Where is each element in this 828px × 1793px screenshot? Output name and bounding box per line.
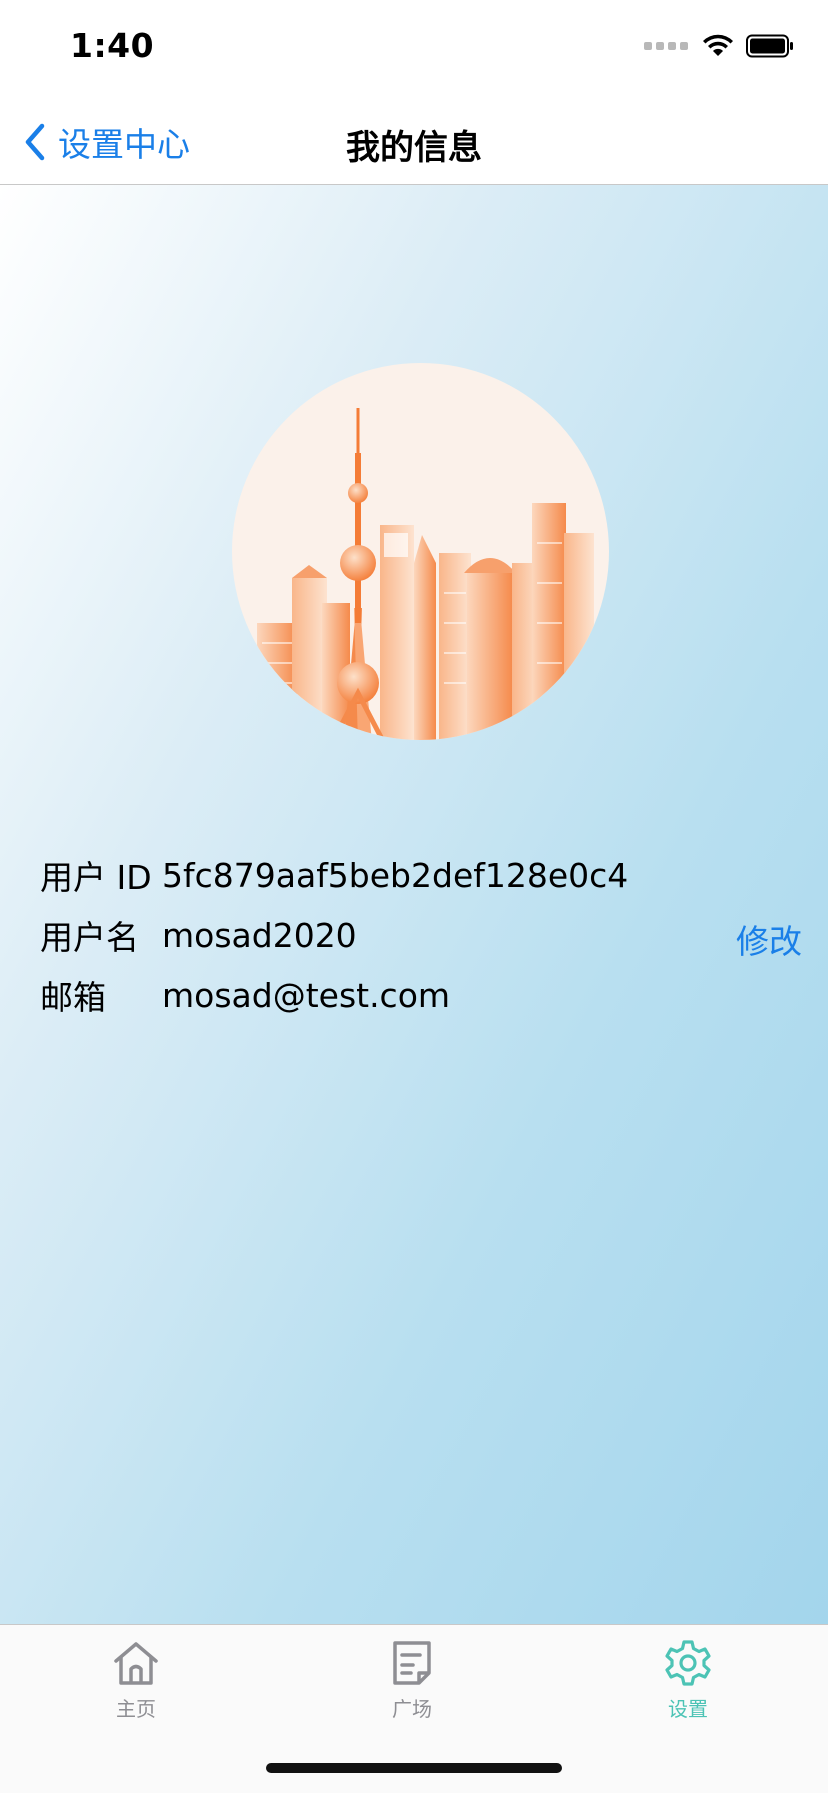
tab-home[interactable]: 主页 bbox=[76, 1639, 196, 1729]
user-id-row: 用户 ID 5fc879aaf5beb2def128e0c4 bbox=[40, 845, 800, 905]
profile-content: 用户 ID 5fc879aaf5beb2def128e0c4 用户名 mosad… bbox=[0, 185, 828, 1624]
wifi-icon bbox=[703, 34, 733, 56]
email-label: 邮箱 bbox=[40, 978, 106, 1017]
status-time: 1:40 bbox=[70, 26, 155, 65]
cellular-signal-icon bbox=[644, 42, 688, 50]
email-row: 邮箱 mosad@test.com bbox=[40, 965, 800, 1025]
document-icon bbox=[393, 1641, 431, 1685]
status-bar: 1:40 bbox=[0, 0, 828, 100]
gear-icon bbox=[665, 1640, 711, 1686]
email-value: mosad@test.com bbox=[162, 975, 451, 1015]
tab-square[interactable]: 广场 bbox=[352, 1639, 472, 1729]
edit-username-button[interactable]: 修改 bbox=[736, 915, 802, 963]
page-title: 我的信息 bbox=[346, 128, 482, 168]
tab-home-label: 主页 bbox=[116, 1697, 156, 1721]
tab-square-label: 广场 bbox=[392, 1697, 432, 1721]
status-icons bbox=[644, 34, 794, 58]
user-id-value: 5fc879aaf5beb2def128e0c4 bbox=[162, 855, 629, 895]
battery-icon bbox=[746, 34, 793, 58]
home-icon bbox=[114, 1642, 158, 1685]
profile-info: 用户 ID 5fc879aaf5beb2def128e0c4 用户名 mosad… bbox=[40, 845, 802, 1025]
tab-settings[interactable]: 设置 bbox=[628, 1639, 748, 1729]
city-skyline-image bbox=[257, 408, 594, 740]
username-label: 用户名 bbox=[40, 918, 139, 957]
home-indicator[interactable] bbox=[266, 1763, 562, 1773]
username-value: mosad2020 bbox=[162, 915, 357, 955]
tab-settings-label: 设置 bbox=[668, 1697, 708, 1721]
navigation-bar: 设置中心 我的信息 bbox=[0, 100, 828, 185]
username-row: 用户名 mosad2020 修改 bbox=[40, 905, 802, 965]
user-id-label: 用户 ID bbox=[40, 858, 152, 897]
avatar[interactable] bbox=[232, 363, 609, 740]
